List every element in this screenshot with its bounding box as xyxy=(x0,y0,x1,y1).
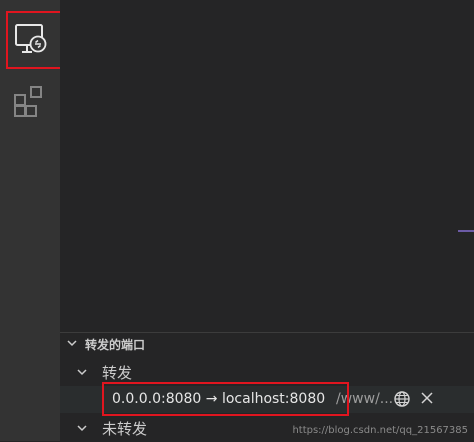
unforwarded-group-label: 未转发 xyxy=(102,420,148,438)
extensions-button[interactable] xyxy=(0,72,60,132)
globe-icon[interactable] xyxy=(393,390,411,408)
chevron-down-icon xyxy=(67,340,77,347)
forwarded-ports-section-header[interactable]: 转发的端口 xyxy=(60,333,474,357)
extensions-icon xyxy=(14,86,42,117)
sash-indicator xyxy=(458,230,474,232)
activity-bar xyxy=(0,0,78,441)
port-mapping-highlight-box xyxy=(102,382,349,416)
close-icon[interactable] xyxy=(419,390,435,406)
chevron-down-icon xyxy=(77,369,87,376)
forwarded-group-label: 转发 xyxy=(102,364,133,382)
chevron-down-icon xyxy=(77,425,87,432)
watermark: https://blog.csdn.net/qq_21567385 xyxy=(292,425,468,436)
forwarded-ports-title: 转发的端口 xyxy=(85,338,146,352)
